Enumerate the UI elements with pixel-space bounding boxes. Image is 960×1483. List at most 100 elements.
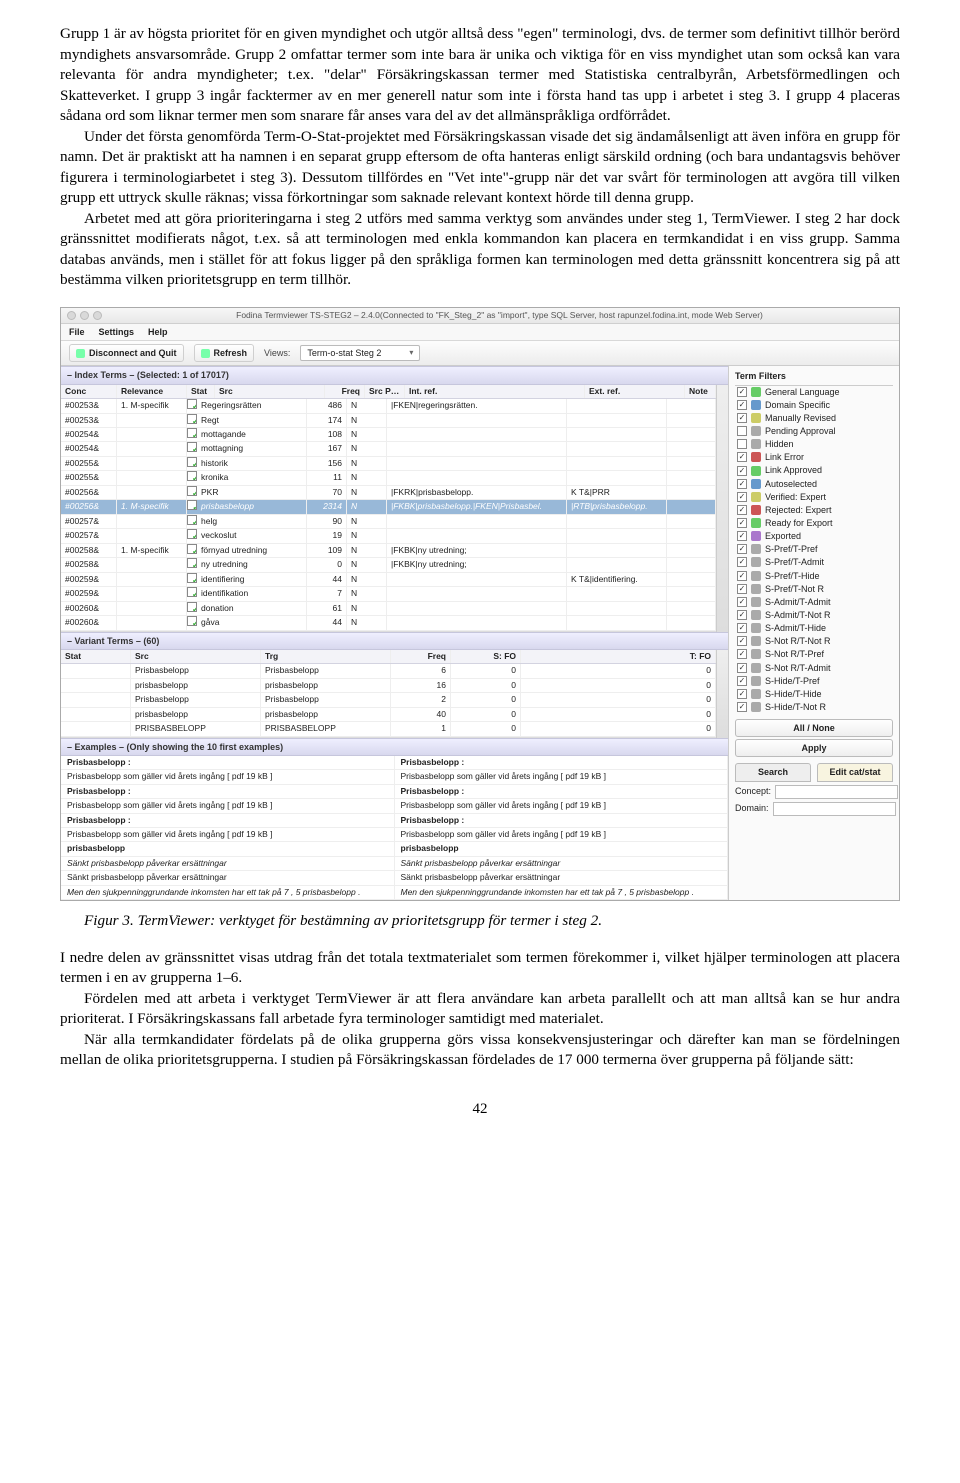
checkbox-icon[interactable] bbox=[737, 623, 747, 633]
table-row[interactable]: prisbasbeloppprisbasbelopp1600 bbox=[61, 679, 716, 693]
filter-item[interactable]: S-Pref/T-Hide bbox=[735, 570, 893, 582]
filter-item[interactable]: S-Not R/T-Not R bbox=[735, 635, 893, 647]
search-concept-input[interactable] bbox=[775, 785, 898, 799]
table-row[interactable]: #00254&mottagande108N bbox=[61, 428, 716, 442]
index-scrollbar[interactable] bbox=[716, 385, 728, 632]
table-row[interactable]: #00260&gåva44N bbox=[61, 616, 716, 630]
filter-item[interactable]: S-Pref/T-Not R bbox=[735, 583, 893, 595]
table-row[interactable]: #00256&PKR70N|FKRK|prisbasbelopp.K T&|PR… bbox=[61, 486, 716, 500]
checkbox-icon[interactable] bbox=[737, 400, 747, 410]
zoom-icon[interactable] bbox=[93, 311, 102, 320]
filter-item[interactable]: S-Hide/T-Hide bbox=[735, 688, 893, 700]
filter-item[interactable]: Link Error bbox=[735, 451, 893, 463]
filter-item[interactable]: Hidden bbox=[735, 438, 893, 450]
variant-terms-table[interactable]: Stat Src Trg Freq S: FO T: FO Prisbasbel… bbox=[61, 650, 716, 738]
filter-item[interactable]: S-Admit/T-Hide bbox=[735, 622, 893, 634]
table-row[interactable]: #00260&donation61N bbox=[61, 602, 716, 616]
views-select[interactable]: Term-o-stat Steg 2 bbox=[300, 345, 420, 361]
checkbox-icon[interactable] bbox=[737, 387, 747, 397]
table-row[interactable]: #00255&kronika11N bbox=[61, 471, 716, 485]
menu-file[interactable]: File bbox=[69, 326, 85, 338]
checkbox-icon[interactable] bbox=[737, 636, 747, 646]
col-src[interactable]: Src bbox=[215, 385, 325, 398]
checkbox-icon[interactable] bbox=[737, 689, 747, 699]
table-row[interactable]: #00257&veckoslut19N bbox=[61, 529, 716, 543]
refresh-button[interactable]: Refresh bbox=[194, 344, 255, 362]
variant-scrollbar[interactable] bbox=[716, 650, 728, 738]
checkbox-icon[interactable] bbox=[737, 505, 747, 515]
table-row[interactable]: PrisbasbeloppPrisbasbelopp200 bbox=[61, 693, 716, 707]
col-intref[interactable]: Int. ref. bbox=[405, 385, 585, 398]
table-row[interactable]: #00258&1. M-specifikförnyad utredning109… bbox=[61, 544, 716, 558]
filter-item[interactable]: Manually Revised bbox=[735, 412, 893, 424]
checkbox-icon[interactable] bbox=[737, 426, 747, 436]
vcol-trg[interactable]: Trg bbox=[261, 650, 391, 663]
filter-item[interactable]: S-Admit/T-Admit bbox=[735, 596, 893, 608]
search-domain-input[interactable] bbox=[773, 802, 896, 816]
tab-edit-cat-stat[interactable]: Edit cat/stat bbox=[817, 763, 893, 781]
filter-item[interactable]: S-Not R/T-Pref bbox=[735, 648, 893, 660]
filter-item[interactable]: S-Admit/T-Not R bbox=[735, 609, 893, 621]
checkbox-icon[interactable] bbox=[737, 610, 747, 620]
col-note[interactable]: Note bbox=[685, 385, 716, 398]
filter-item[interactable]: Link Approved bbox=[735, 464, 893, 476]
tab-search[interactable]: Search bbox=[735, 763, 811, 781]
checkbox-icon[interactable] bbox=[737, 466, 747, 476]
col-stat[interactable]: Stat bbox=[187, 385, 215, 398]
menu-settings[interactable]: Settings bbox=[99, 326, 135, 338]
all-none-button[interactable]: All / None bbox=[735, 719, 893, 737]
filter-item[interactable]: S-Not R/T-Admit bbox=[735, 662, 893, 674]
filter-item[interactable]: Domain Specific bbox=[735, 399, 893, 411]
filter-item[interactable]: Verified: Expert bbox=[735, 491, 893, 503]
table-row[interactable]: #00259&identifikation7N bbox=[61, 587, 716, 601]
checkbox-icon[interactable] bbox=[737, 439, 747, 449]
filter-item[interactable]: Autoselected bbox=[735, 478, 893, 490]
filter-item[interactable]: S-Pref/T-Pref bbox=[735, 543, 893, 555]
checkbox-icon[interactable] bbox=[737, 531, 747, 541]
minimize-icon[interactable] bbox=[80, 311, 89, 320]
table-row[interactable]: #00253&1. M-specifikRegeringsrätten486N|… bbox=[61, 399, 716, 413]
table-row[interactable]: PrisbasbeloppPrisbasbelopp600 bbox=[61, 664, 716, 678]
disconnect-button[interactable]: Disconnect and Quit bbox=[69, 344, 184, 362]
table-row[interactable]: #00254&mottagning167N bbox=[61, 442, 716, 456]
vcol-sfo[interactable]: S: FO bbox=[451, 650, 521, 663]
table-row[interactable]: #00255&historik156N bbox=[61, 457, 716, 471]
filter-item[interactable]: S-Hide/T-Pref bbox=[735, 675, 893, 687]
checkbox-icon[interactable] bbox=[737, 557, 747, 567]
filter-item[interactable]: Rejected: Expert bbox=[735, 504, 893, 516]
table-row[interactable]: #00256&1. M-specifikprisbasbelopp2314N|F… bbox=[61, 500, 716, 514]
checkbox-icon[interactable] bbox=[737, 584, 747, 594]
filter-item[interactable]: General Language bbox=[735, 386, 893, 398]
table-row[interactable]: #00257&helg90N bbox=[61, 515, 716, 529]
apply-button[interactable]: Apply bbox=[735, 739, 893, 757]
col-conc[interactable]: Conc bbox=[61, 385, 117, 398]
menu-help[interactable]: Help bbox=[148, 326, 168, 338]
checkbox-icon[interactable] bbox=[737, 544, 747, 554]
col-freq[interactable]: Freq bbox=[325, 385, 365, 398]
checkbox-icon[interactable] bbox=[737, 571, 747, 581]
checkbox-icon[interactable] bbox=[737, 676, 747, 686]
table-row[interactable]: PRISBASBELOPPPRISBASBELOPP100 bbox=[61, 722, 716, 736]
vcol-freq[interactable]: Freq bbox=[391, 650, 451, 663]
table-row[interactable]: #00258&ny utredning0N|FKBK|ny utredning; bbox=[61, 558, 716, 572]
checkbox-icon[interactable] bbox=[737, 649, 747, 659]
filter-item[interactable]: Exported bbox=[735, 530, 893, 542]
vcol-tfo[interactable]: T: FO bbox=[521, 650, 716, 663]
col-extref[interactable]: Ext. ref. bbox=[585, 385, 685, 398]
checkbox-icon[interactable] bbox=[737, 452, 747, 462]
col-srcpos[interactable]: Src Pos bbox=[365, 385, 405, 398]
checkbox-icon[interactable] bbox=[737, 518, 747, 528]
checkbox-icon[interactable] bbox=[737, 663, 747, 673]
checkbox-icon[interactable] bbox=[737, 702, 747, 712]
vcol-stat[interactable]: Stat bbox=[61, 650, 131, 663]
checkbox-icon[interactable] bbox=[737, 597, 747, 607]
checkbox-icon[interactable] bbox=[737, 492, 747, 502]
close-icon[interactable] bbox=[67, 311, 76, 320]
col-relevance[interactable]: Relevance bbox=[117, 385, 187, 398]
filter-item[interactable]: Ready for Export bbox=[735, 517, 893, 529]
filter-item[interactable]: S-Hide/T-Not R bbox=[735, 701, 893, 713]
index-terms-table[interactable]: Conc Relevance Stat Src Freq Src Pos Int… bbox=[61, 385, 716, 632]
checkbox-icon[interactable] bbox=[737, 413, 747, 423]
checkbox-icon[interactable] bbox=[737, 479, 747, 489]
table-row[interactable]: prisbasbeloppprisbasbelopp4000 bbox=[61, 708, 716, 722]
